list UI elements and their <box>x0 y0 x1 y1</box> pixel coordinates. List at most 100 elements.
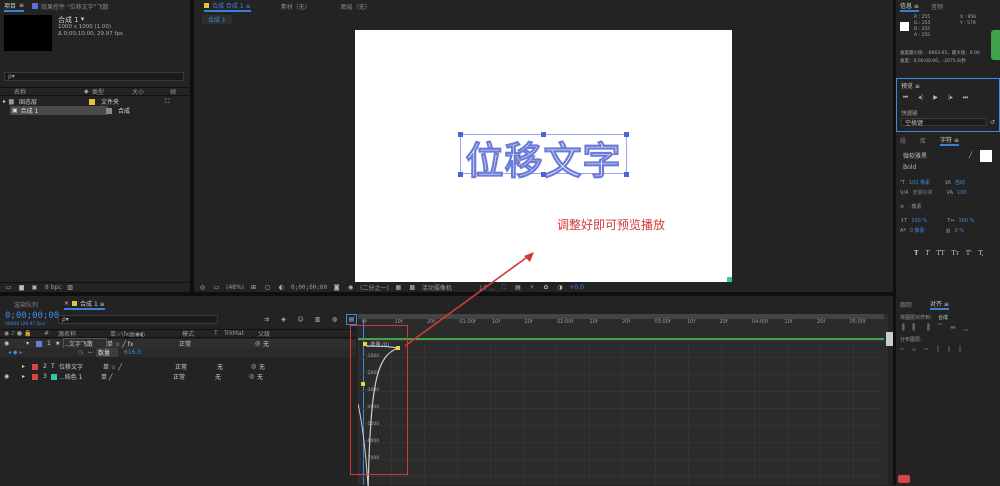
chevron-down-icon[interactable]: ▾ <box>26 340 36 347</box>
zoom-dropdown[interactable]: (48%) <box>226 284 244 291</box>
small-caps-button[interactable]: Tт <box>952 250 959 257</box>
tab-project[interactable]: 项目 ≡ <box>4 1 25 12</box>
new-folder-icon[interactable]: ▆ <box>17 283 26 292</box>
subscript-button[interactable]: T, <box>979 250 984 257</box>
mask-icon[interactable]: ◐ <box>277 283 286 292</box>
motion-blur-icon[interactable]: ◍ <box>330 315 339 324</box>
composition-canvas[interactable]: 位移文字 调整好即可预览播放 <box>355 30 732 282</box>
tab-tracker[interactable]: 跟踪 <box>900 300 912 309</box>
exposure-icon[interactable]: ◑ <box>555 283 564 292</box>
camera-icon[interactable]: ◙ <box>332 283 341 292</box>
previous-frame-icon[interactable]: ◂| <box>916 93 925 102</box>
superscript-button[interactable]: T' <box>966 250 972 257</box>
align-buttons-row[interactable]: ▐ ▌ ▐ ▔ ▬ ▁ <box>900 324 971 331</box>
tab-align[interactable]: 对齐 ≡ <box>930 299 949 310</box>
tsume-value[interactable]: 0 % <box>955 226 965 236</box>
col-size[interactable]: 大小 <box>132 87 170 96</box>
list-item[interactable]: ▣ 合成 1 合成 <box>0 106 190 115</box>
tab-render-queue[interactable]: 渲染队列 <box>14 300 38 309</box>
close-icon[interactable]: × <box>64 300 69 307</box>
last-frame-icon[interactable]: ⏭ <box>961 93 970 102</box>
graph-editor[interactable]: 0f 10f 20f 01:00f 10f 20f 02:00f 10f 20f 03:00f 10… <box>350 314 888 486</box>
font-family-dropdown[interactable]: 微软雅黑 <box>900 151 960 160</box>
layer-switches[interactable]: 单 ☆ ╱ <box>103 362 175 371</box>
preview-title[interactable]: 预览 ≡ <box>901 81 920 90</box>
selection-handle[interactable] <box>541 172 546 177</box>
layer-switches[interactable]: 单 ╱ <box>101 372 173 381</box>
next-frame-icon[interactable]: |▸ <box>946 93 955 102</box>
all-caps-button[interactable]: TT <box>936 250 944 257</box>
new-composition-icon[interactable]: ▣ <box>30 283 39 292</box>
shortcut-dropdown[interactable]: 空格键 <box>901 118 987 127</box>
selection-handle[interactable] <box>458 132 463 137</box>
viewer-subtab[interactable]: 合成 1 <box>202 15 232 24</box>
property-row[interactable]: ◂ ◆ ▸ ◷ ⌙ 数量 616.0 <box>0 348 356 357</box>
region-of-interest-icon[interactable]: ▦ <box>394 283 403 292</box>
align-to-dropdown[interactable]: 合成 <box>938 314 948 321</box>
keyframe-navigator-icon[interactable]: ◂ ◆ ▸ <box>8 349 78 356</box>
time-ruler[interactable]: 0f 10f 20f 01:00f 10f 20f 02:00f 10f 20f 03:00f 10… <box>358 319 884 328</box>
baseline-value[interactable]: 0 像素 <box>910 226 942 236</box>
timeline-timecode[interactable]: 0;00;00;00 <box>5 311 59 321</box>
play-icon[interactable]: ▶ <box>931 93 940 102</box>
font-style-dropdown[interactable]: Bold <box>900 163 960 172</box>
safe-margins-icon[interactable]: ◻ <box>263 283 272 292</box>
vertical-scale-value[interactable]: 100 % <box>911 216 943 226</box>
eye-icon[interactable]: ◉ <box>4 373 22 380</box>
col-frame[interactable]: 帧 <box>170 87 176 96</box>
stroke-width-value[interactable]: - 像素 <box>908 202 921 212</box>
stopwatch-icon[interactable]: ◷ <box>78 349 88 356</box>
selection-handle[interactable] <box>624 132 629 137</box>
distribute-buttons-row[interactable]: ═ ≡ ═ ║ ‖ ║ <box>900 346 965 353</box>
draft-3d-icon[interactable]: ◈ <box>279 315 288 324</box>
flowchart-icon[interactable]: ⛶ <box>499 283 508 292</box>
horizontal-scale-value[interactable]: 100 % <box>959 216 975 226</box>
tab-timeline-comp[interactable]: × 合成 1 ≡ <box>64 299 105 310</box>
tracking-value[interactable]: 100 <box>957 188 967 198</box>
camera-dropdown[interactable]: 活动摄像机 <box>422 283 452 292</box>
selection-handle[interactable] <box>541 132 546 137</box>
grid-icon[interactable]: ⊞ <box>249 283 258 292</box>
tab-layer[interactable]: 图层（无） <box>341 2 371 11</box>
3d-renderer-icon[interactable]: ▤ <box>513 283 522 292</box>
layer-color-swatch[interactable] <box>36 340 42 347</box>
trash-icon[interactable]: ▥ <box>66 283 75 292</box>
color-swatch-icon[interactable]: ◉ <box>346 283 355 292</box>
faux-italic-button[interactable]: T <box>925 250 929 257</box>
shy-layers-icon[interactable]: ☺ <box>296 315 305 324</box>
table-row[interactable]: ◉ ▸ 3 ...纯色 1 单 ╱ 正常 无 ◎ 无 <box>0 372 356 381</box>
property-value[interactable]: 616.0 <box>124 349 141 356</box>
col-type[interactable]: 类型 <box>92 87 132 96</box>
tab-footage[interactable]: 素材（无） <box>281 2 311 11</box>
pickwhip-icon[interactable]: ◎ <box>249 373 257 380</box>
tab-audio[interactable]: 音频 <box>931 2 943 11</box>
table-row[interactable]: ◉ ▾ 1 ★ ..文字飞散 单 ☆ ╱ fx 正常 ◎ 无 <box>0 338 356 349</box>
pickwhip-icon[interactable]: ◎ <box>251 363 259 370</box>
fill-color-swatch[interactable] <box>980 150 992 162</box>
leading-value[interactable]: 自动 <box>955 178 965 188</box>
selection-handle[interactable] <box>624 172 629 177</box>
magnifier-icon[interactable]: ◎ <box>198 283 207 292</box>
table-row[interactable]: ▸ 2 T 位移文字 单 ☆ ╱ 正常 无 ◎ 无 <box>0 362 356 371</box>
layer-switches[interactable]: 单 ☆ ╱ fx <box>107 339 179 348</box>
tab-library[interactable]: 库 <box>920 136 926 145</box>
tab-effect-controls[interactable]: 效果控件 "位移文字"飞散 <box>32 2 108 11</box>
monitor-icon[interactable]: ▭ <box>212 283 221 292</box>
reset-icon[interactable]: ↺ <box>988 118 997 127</box>
settings-icon[interactable]: ✿ <box>541 283 550 292</box>
frame-blending-icon[interactable]: ▥ <box>313 315 322 324</box>
layer-color-swatch[interactable] <box>32 363 38 370</box>
pickwhip-icon[interactable]: ◎ <box>255 340 263 347</box>
selection-handle[interactable] <box>458 172 463 177</box>
tab-paragraph[interactable]: 段 <box>900 136 906 145</box>
viewer-timecode[interactable]: 0;00;00;00 <box>291 284 327 291</box>
resolution-dropdown[interactable]: (二分之一) <box>360 283 389 292</box>
chevron-right-icon[interactable]: ▸ <box>22 373 32 380</box>
bpc-label[interactable]: 8 bpc <box>45 284 62 291</box>
eyedropper-icon[interactable]: ╱ <box>966 151 975 160</box>
graph-editor-icon[interactable]: ▤ <box>346 314 357 325</box>
comp-mini-flowchart-icon[interactable]: ⇉ <box>262 315 271 324</box>
list-item[interactable]: ▸ ▆ 固态层 文件夹 ⛶ <box>0 97 190 107</box>
layer-color-swatch[interactable] <box>32 373 38 380</box>
timeline-search-input[interactable]: ρ▾ <box>58 315 218 324</box>
